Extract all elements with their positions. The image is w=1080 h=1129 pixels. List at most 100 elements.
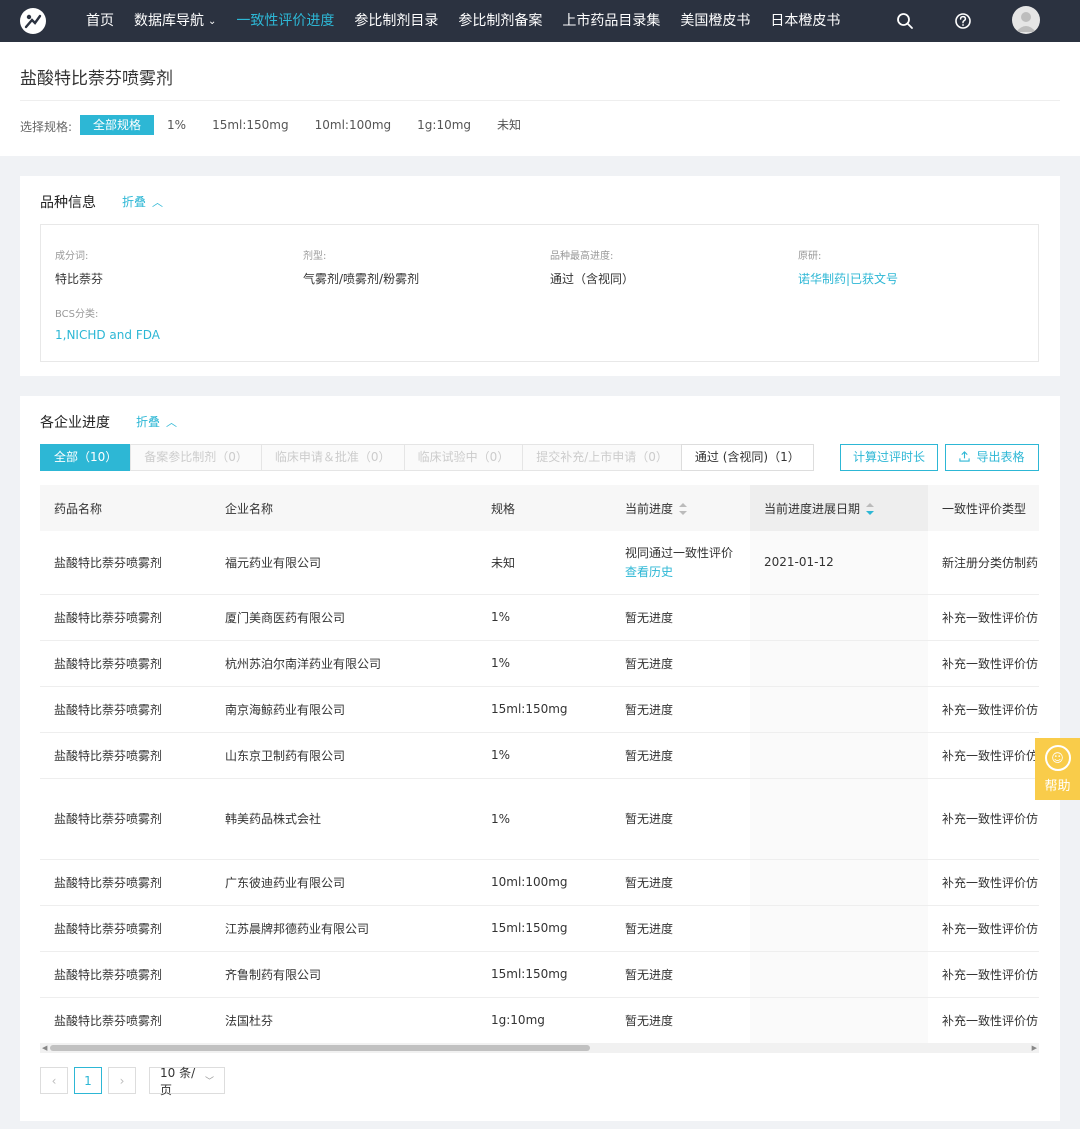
cell-type: 补充一致性评价仿	[928, 951, 1039, 998]
variety-info-panel: 品种信息 折叠 ︿ 成分词: 特比萘芬 剂型: 气雾剂/喷雾剂/粉雾剂 品种最高进度: 通过…	[20, 176, 1060, 376]
help-icon[interactable]	[953, 11, 973, 31]
table-row[interactable]: 盐酸特比萘芬喷雾剂 南京海鲸药业有限公司 15ml:150mg 暂无进度 补充一致性评价…	[40, 686, 1039, 733]
scroll-right-icon[interactable]: ▶	[1032, 1043, 1037, 1053]
enterprise-progress-panel: 各企业进度 折叠 ︿ 全部（10） 备案参比制剂（0） 临床申请＆批准（0） 临床试验中…	[20, 396, 1060, 1121]
spec-filter: 全部规格 1% 15ml:150mg 10ml:100mg 1g:10mg 未知	[80, 115, 534, 135]
cell-progress: 暂无进度	[611, 905, 750, 952]
info-field-label: 剂型:	[303, 251, 327, 262]
spec-option[interactable]: 1g:10mg	[404, 115, 484, 135]
drug-header: 盐酸特比萘芬喷雾剂 选择规格: 全部规格 1% 15ml:150mg 10ml:100…	[0, 42, 1080, 156]
avatar[interactable]	[1012, 6, 1040, 34]
page-size-select[interactable]: 10 条/页 ﹀	[149, 1066, 225, 1097]
export-table-button[interactable]: 导出表格	[945, 444, 1039, 471]
help-widget[interactable]: ☺ 帮助	[1035, 738, 1080, 800]
status-tab[interactable]: 全部（10）	[40, 444, 132, 471]
enterprise-progress-title: 各企业进度	[40, 415, 110, 431]
cell-company: 杭州苏泊尔南洋药业有限公司	[211, 640, 477, 687]
cell-text: 暂无进度	[625, 921, 674, 936]
cell-text: 齐鲁制药有限公司	[225, 967, 322, 982]
table-row[interactable]: 盐酸特比萘芬喷雾剂 广东彼迪药业有限公司 10ml:100mg 暂无进度 补充一致性评价…	[40, 859, 1039, 906]
spec-option[interactable]: 15ml:150mg	[199, 115, 302, 135]
nav-item-7[interactable]: 日本橙皮书	[760, 0, 850, 42]
logo[interactable]	[20, 8, 46, 34]
cell-company: 厦门美商医药有限公司	[211, 594, 477, 641]
table-header-row: 药品名称 企业名称 规格 当前进度 当前进度进展日期 一致性评价类型	[40, 485, 1039, 531]
nav-item-3[interactable]: 参比制剂目录	[344, 0, 448, 42]
nav-item-2[interactable]: 一致性评价进度	[226, 0, 344, 42]
nav-item-5[interactable]: 上市药品目录集	[552, 0, 670, 42]
table-row[interactable]: 盐酸特比萘芬喷雾剂 厦门美商医药有限公司 1% 暂无进度 补充一致性评价仿	[40, 594, 1039, 641]
calc-duration-button[interactable]: 计算过评时长	[840, 444, 939, 471]
cell-progress: 暂无进度	[611, 732, 750, 779]
status-tab: 临床试验中（0）	[403, 444, 524, 471]
spec-option[interactable]: 全部规格	[80, 115, 155, 135]
cell-text: 暂无进度	[625, 1013, 674, 1028]
cell-spec: 1%	[477, 778, 611, 860]
info-field-label: 原研:	[798, 251, 822, 262]
cell-company: 广东彼迪药业有限公司	[211, 859, 477, 906]
status-tab[interactable]: 通过 (含视同)（1）	[680, 444, 814, 471]
column-header-progress[interactable]: 当前进度	[611, 485, 750, 531]
column-header-date[interactable]: 当前进度进展日期	[750, 485, 928, 531]
view-history-link[interactable]: 查看历史	[625, 563, 750, 580]
top-navbar: 首页 数据库导航 ⌄ 一致性评价进度 参比制剂目录 参比制剂备案 上市药品目录集 美国橙皮书 日…	[0, 0, 1080, 42]
page-size-value: 10 条/页	[160, 1065, 196, 1097]
spec-option[interactable]: 1%	[154, 115, 199, 135]
cell-text: 补充一致性评价仿	[942, 610, 1039, 625]
horizontal-scrollbar[interactable]: ◀ ▶	[40, 1043, 1039, 1053]
cell-text: 视同通过一致性评价	[625, 546, 734, 561]
table-row[interactable]: 盐酸特比萘芬喷雾剂 韩美药品株式会社 1% 暂无进度 补充一致性评价仿	[40, 778, 1039, 860]
cell-text: 盐酸特比萘芬喷雾剂	[54, 555, 163, 570]
table-row[interactable]: 盐酸特比萘芬喷雾剂 山东京卫制药有限公司 1% 暂无进度 补充一致性评价仿	[40, 732, 1039, 779]
table-row[interactable]: 盐酸特比萘芬喷雾剂 法国杜芬 1g:10mg 暂无进度 补充一致性评价仿	[40, 997, 1039, 1044]
table-row[interactable]: 盐酸特比萘芬喷雾剂 江苏晨牌邦德药业有限公司 15ml:150mg 暂无进度 补充一致性…	[40, 905, 1039, 952]
logo-icon	[24, 14, 42, 29]
cell-spec: 15ml:150mg	[477, 686, 611, 733]
nav-item-label: 上市药品目录集	[562, 13, 661, 29]
cell-text: 暂无进度	[625, 702, 674, 717]
cell-spec: 未知	[477, 531, 611, 595]
scrollbar-thumb[interactable]	[50, 1045, 590, 1051]
nav-item-0[interactable]: 首页	[76, 0, 124, 42]
help-chat-icon: ☺	[1044, 744, 1071, 771]
table-row[interactable]: 盐酸特比萘芬喷雾剂 齐鲁制药有限公司 15ml:150mg 暂无进度 补充一致性评价仿	[40, 951, 1039, 998]
info-field-link[interactable]: 1,NICHD and FDA	[55, 328, 160, 342]
progress-table-container[interactable]: 药品名称 企业名称 规格 当前进度 当前进度进展日期 一致性评价类型 盐酸特比萘…	[40, 485, 1039, 1055]
spec-option[interactable]: 10ml:100mg	[302, 115, 405, 135]
progress-fold-toggle[interactable]: 折叠 ︿	[136, 413, 177, 430]
cell-text: 补充一致性评价仿	[942, 1013, 1039, 1028]
cell-spec: 1g:10mg	[477, 997, 611, 1044]
spec-option[interactable]: 未知	[484, 115, 534, 135]
fold-label: 折叠	[122, 195, 147, 209]
cell-text: 盐酸特比萘芬喷雾剂	[54, 875, 163, 890]
nav-item-1[interactable]: 数据库导航 ⌄	[124, 0, 226, 42]
page-1-button[interactable]: 1	[74, 1067, 102, 1094]
cell-text: 福元药业有限公司	[225, 555, 322, 570]
cell-text: 15ml:150mg	[491, 921, 568, 935]
cell-type: 补充一致性评价仿	[928, 686, 1039, 733]
scroll-left-icon[interactable]: ◀	[42, 1043, 47, 1053]
table-row[interactable]: 盐酸特比萘芬喷雾剂 福元药业有限公司 未知 视同通过一致性评价 查看历史 2021-01-…	[40, 531, 1039, 595]
nav-item-6[interactable]: 美国橙皮书	[670, 0, 760, 42]
next-page-button[interactable]: ›	[108, 1067, 136, 1094]
sort-icon[interactable]	[866, 503, 875, 515]
cell-date	[750, 640, 928, 687]
cell-company: 山东京卫制药有限公司	[211, 732, 477, 779]
prev-page-button[interactable]: ‹	[40, 1067, 68, 1094]
nav-item-4[interactable]: 参比制剂备案	[448, 0, 552, 42]
variety-fold-toggle[interactable]: 折叠 ︿	[122, 193, 163, 210]
progress-status-tabs: 全部（10） 备案参比制剂（0） 临床申请＆批准（0） 临床试验中（0） 提交补充/上市…	[40, 444, 814, 471]
cell-spec: 15ml:150mg	[477, 905, 611, 952]
cell-progress: 暂无进度	[611, 778, 750, 860]
cell-text: 盐酸特比萘芬喷雾剂	[54, 748, 163, 763]
search-icon[interactable]	[895, 11, 915, 31]
sort-icon[interactable]	[679, 503, 688, 515]
divider	[20, 100, 1060, 101]
cell-progress: 暂无进度	[611, 594, 750, 641]
info-field-label: 品种最高进度:	[550, 251, 614, 262]
cell-company: 南京海鲸药业有限公司	[211, 686, 477, 733]
table-row[interactable]: 盐酸特比萘芬喷雾剂 杭州苏泊尔南洋药业有限公司 1% 暂无进度 补充一致性评价仿	[40, 640, 1039, 687]
cell-text: 补充一致性评价仿	[942, 812, 1039, 826]
cell-text: 1%	[491, 811, 511, 826]
info-field-link[interactable]: 诺华制药|已获文号	[798, 270, 898, 287]
